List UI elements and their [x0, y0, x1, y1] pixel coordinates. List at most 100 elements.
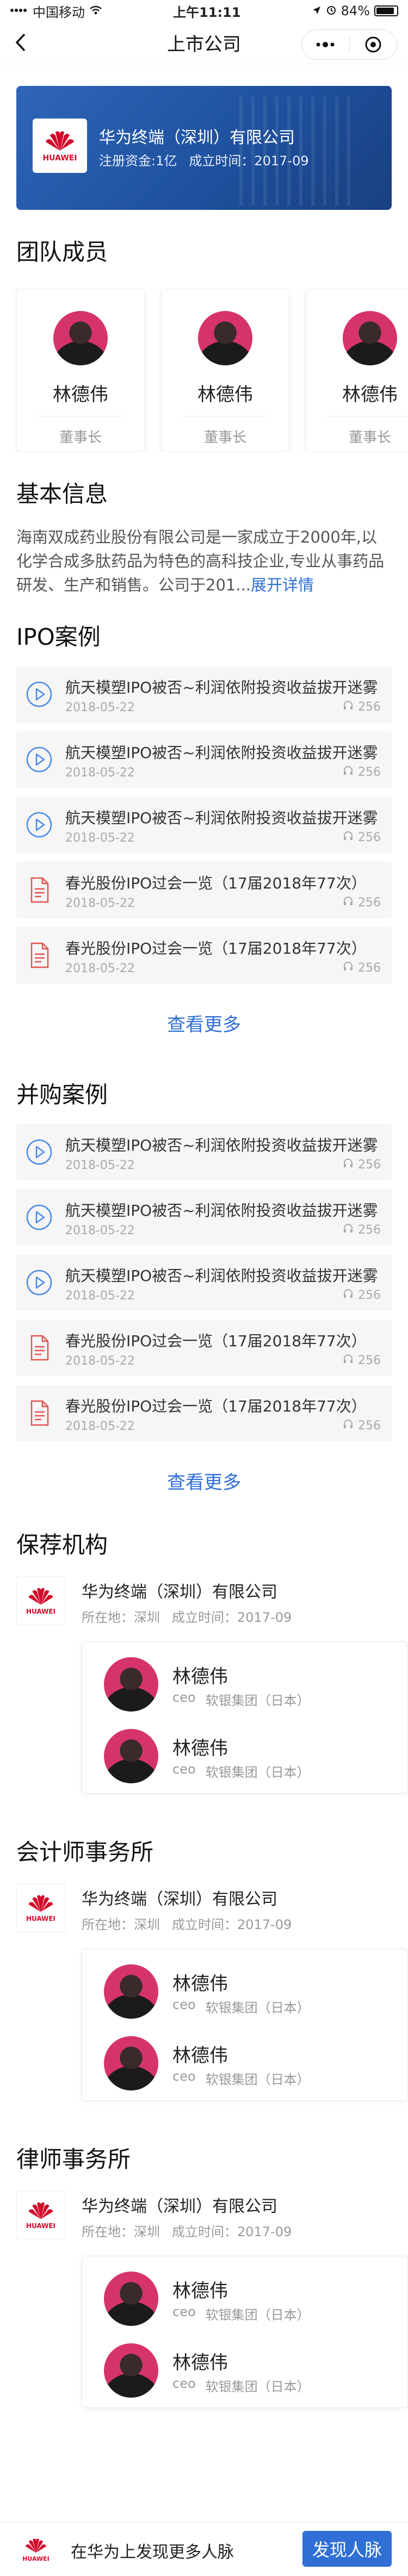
case-date: 2018-05-22 — [65, 831, 135, 845]
organization-location: 所在地：深圳 — [82, 1610, 160, 1625]
person-item[interactable]: 林德伟 ceo 软银集团（日本） — [104, 1727, 387, 1787]
organization-founded: 成立时间：2017-09 — [172, 1610, 292, 1625]
company-name: 华为终端（深圳）有限公司 — [99, 128, 295, 147]
case-title: 航天模塑IPO被否~利润依附投资收益拔开迷雾 — [65, 1136, 378, 1154]
person-item[interactable]: 林德伟 ceo 软银集团（日本） — [104, 2034, 387, 2094]
avatar — [104, 1964, 158, 2019]
member-role: 董事长 — [203, 430, 246, 446]
play-icon — [25, 1268, 53, 1297]
close-target-icon[interactable] — [350, 30, 397, 59]
team-member-card[interactable]: 林德伟 董事长 — [161, 289, 289, 452]
company-capital: 注册资金:1亿 — [99, 153, 177, 169]
play-icon — [25, 745, 53, 774]
wifi-icon — [89, 3, 102, 18]
listen-count: 256 — [358, 1223, 381, 1237]
case-title: 航天模塑IPO被否~利润依附投资收益拔开迷雾 — [65, 809, 378, 827]
company-banner: HUAWEI 华为终端（深圳）有限公司 注册资金:1亿 成立时间：2017-09 — [16, 86, 392, 210]
organization-card[interactable]: HUAWEI 华为终端（深圳）有限公司 所在地：深圳 成立时间：2017-09 林德伟 c… — [16, 1883, 408, 2112]
person-name: 林德伟 — [172, 1738, 228, 1759]
member-name: 林德伟 — [197, 384, 253, 406]
merger-list: 航天模塑IPO被否~利润依附投资收益拔开迷雾 2018-05-22 256 航天模塑I… — [0, 1124, 408, 1441]
case-item[interactable]: 航天模塑IPO被否~利润依附投资收益拔开迷雾 2018-05-22 256 — [16, 1124, 392, 1180]
person-company: 软银集团（日本） — [205, 2000, 310, 2015]
organization-title: 会计师事务所 — [16, 1839, 154, 1865]
case-date: 2018-05-22 — [65, 1420, 135, 1433]
expand-details-link[interactable]: 展开详情 — [251, 576, 314, 594]
avatar — [104, 1657, 158, 1712]
page-title: 上市公司 — [167, 34, 241, 55]
person-item[interactable]: 林德伟 ceo 软银集团（日本） — [104, 2341, 387, 2401]
organization-location: 所在地：深圳 — [82, 1917, 160, 1932]
team-member-card[interactable]: 林德伟 董事长 — [16, 289, 145, 452]
organization-name: 华为终端（深圳）有限公司 — [82, 2197, 277, 2216]
case-item[interactable]: 航天模塑IPO被否~利润依附投资收益拔开迷雾 2018-05-22 256 — [16, 797, 392, 853]
merger-view-more-link[interactable]: 查看更多 — [0, 1467, 408, 1494]
avatar — [104, 2036, 158, 2090]
case-title: 航天模塑IPO被否~利润依附投资收益拔开迷雾 — [65, 1202, 378, 1219]
person-item[interactable]: 林德伟 ceo 软银集团（日本） — [104, 1962, 387, 2022]
headphone-icon — [343, 961, 354, 975]
team-member-card[interactable]: 林德伟 董事长 — [306, 289, 408, 452]
case-item[interactable]: 春光股份IPO过会一览（17届2018年77次） 2018-05-22 256 — [16, 1385, 392, 1441]
case-date: 2018-05-22 — [65, 1289, 135, 1303]
case-item[interactable]: 航天模塑IPO被否~利润依附投资收益拔开迷雾 2018-05-22 256 — [16, 731, 392, 788]
play-icon — [25, 680, 53, 708]
case-item[interactable]: 春光股份IPO过会一览（17届2018年77次） 2018-05-22 256 — [16, 927, 392, 984]
case-date: 2018-05-22 — [65, 766, 135, 780]
play-icon — [25, 1138, 53, 1166]
headphone-icon — [343, 700, 354, 714]
case-title: 春光股份IPO过会一览（17届2018年77次） — [65, 874, 367, 892]
case-item[interactable]: 航天模塑IPO被否~利润依附投资收益拔开迷雾 2018-05-22 256 — [16, 666, 392, 723]
case-item[interactable]: 春光股份IPO过会一览（17届2018年77次） 2018-05-22 256 — [16, 862, 392, 918]
headphone-icon — [343, 1288, 354, 1302]
listen-count: 256 — [358, 895, 381, 910]
back-icon[interactable] — [10, 32, 32, 53]
case-title: 春光股份IPO过会一览（17届2018年77次） — [65, 939, 367, 957]
case-date: 2018-05-22 — [65, 897, 135, 910]
huawei-logo-icon: HUAWEI — [16, 1576, 65, 1625]
organization-title: 律师事务所 — [16, 2146, 131, 2173]
company-founded: 成立时间：2017-09 — [189, 153, 309, 169]
ipo-view-more-link[interactable]: 查看更多 — [0, 1010, 408, 1036]
discover-button[interactable]: 发现人脉 — [302, 2531, 392, 2567]
case-item[interactable]: 航天模塑IPO被否~利润依附投资收益拔开迷雾 2018-05-22 256 — [16, 1254, 392, 1311]
listen-count: 256 — [358, 1353, 381, 1367]
member-role: 董事长 — [59, 430, 102, 446]
listen-count: 256 — [358, 700, 381, 714]
case-item[interactable]: 春光股份IPO过会一览（17届2018年77次） 2018-05-22 256 — [16, 1320, 392, 1376]
member-name: 林德伟 — [53, 384, 108, 406]
person-position: ceo — [172, 1762, 196, 1777]
listen-count: 256 — [358, 1288, 381, 1302]
organization-card[interactable]: HUAWEI 华为终端（深圳）有限公司 所在地：深圳 成立时间：2017-09 林德伟 c… — [16, 2191, 408, 2419]
case-title: 航天模塑IPO被否~利润依附投资收益拔开迷雾 — [65, 1267, 378, 1285]
avatar — [104, 2272, 158, 2326]
headphone-icon — [343, 830, 354, 844]
headphone-icon — [343, 765, 354, 779]
case-date: 2018-05-22 — [65, 1354, 135, 1368]
team-carousel[interactable]: 林德伟 董事长 林德伟 董事长 林德伟 董事长 — [0, 289, 408, 452]
member-name: 林德伟 — [342, 384, 398, 406]
person-position: ceo — [172, 1690, 196, 1705]
case-item[interactable]: 航天模塑IPO被否~利润依附投资收益拔开迷雾 2018-05-22 256 — [16, 1189, 392, 1246]
team-title: 团队成员 — [16, 239, 108, 265]
document-icon — [25, 1399, 53, 1427]
bottom-bar: HUAWEI 在华为上发现更多人脉 发现人脉 — [0, 2522, 408, 2576]
case-title: 航天模塑IPO被否~利润依附投资收益拔开迷雾 — [65, 744, 378, 762]
people-list: 林德伟 ceo 软银集团（日本） 林德伟 ceo 软银集团（日本） — [82, 1641, 408, 1794]
more-icon[interactable] — [302, 30, 349, 59]
case-title: 春光股份IPO过会一览（17届2018年77次） — [65, 1332, 367, 1350]
person-name: 林德伟 — [172, 1973, 228, 1995]
person-name: 林德伟 — [172, 1666, 228, 1688]
organization-card[interactable]: HUAWEI 华为终端（深圳）有限公司 所在地：深圳 成立时间：2017-09 林德伟 c… — [16, 1576, 408, 1805]
avatar — [343, 311, 397, 365]
person-item[interactable]: 林德伟 ceo 软银集团（日本） — [104, 1655, 387, 1715]
person-company: 软银集团（日本） — [205, 1765, 310, 1780]
avatar — [198, 311, 252, 365]
person-name: 林德伟 — [172, 2280, 228, 2302]
person-company: 软银集团（日本） — [205, 2307, 310, 2323]
case-date: 2018-05-22 — [65, 1224, 135, 1237]
person-item[interactable]: 林德伟 ceo 软银集团（日本） — [104, 2269, 387, 2329]
huawei-logo-icon: HUAWEI — [33, 119, 87, 173]
document-icon — [25, 941, 53, 969]
person-position: ceo — [172, 2376, 196, 2391]
